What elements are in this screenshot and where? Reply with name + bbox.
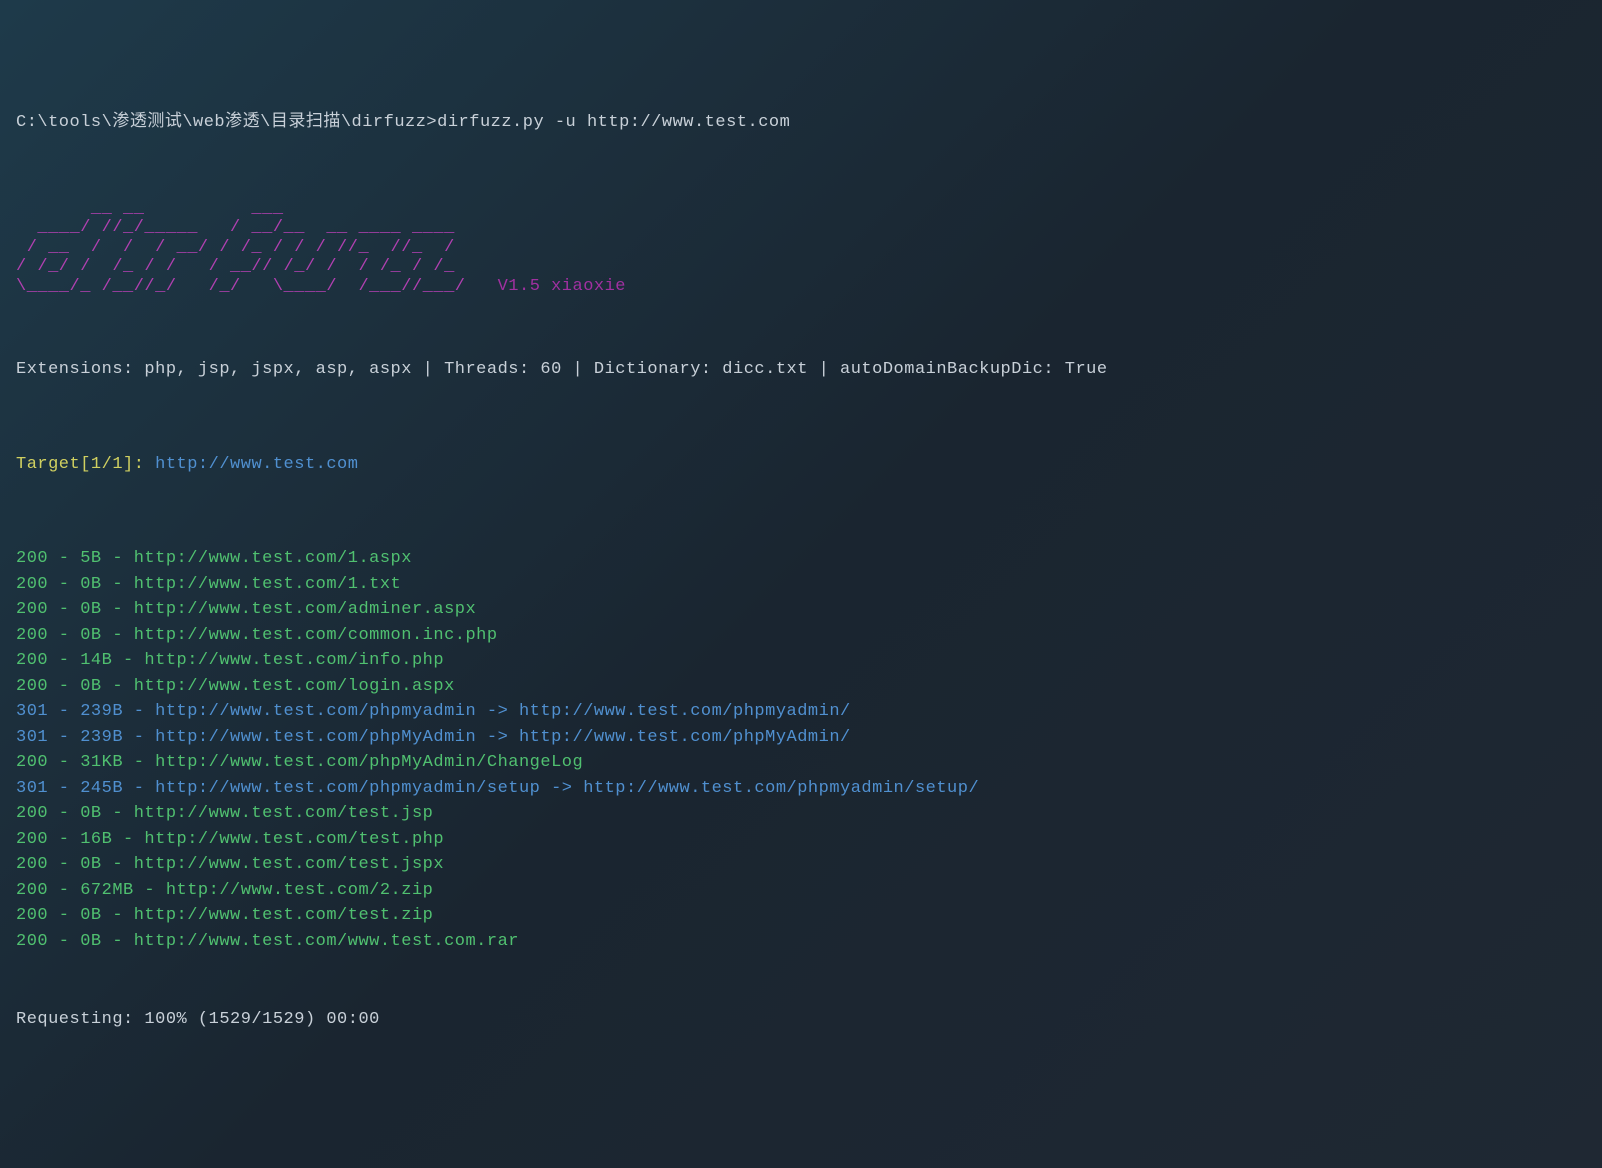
target-url: http://www.test.com — [155, 455, 358, 474]
result-text: 200 - 0B - http://www.test.com/common.in… — [16, 626, 498, 645]
result-row: 301 - 239B - http://www.test.com/phpMyAd… — [16, 725, 1586, 751]
result-row: 301 - 245B - http://www.test.com/phpmyad… — [16, 776, 1586, 802]
result-text: 301 - 239B - http://www.test.com/phpmyad… — [16, 702, 851, 721]
result-row: 200 - 0B - http://www.test.com/test.jspx — [16, 852, 1586, 878]
ascii-line-1: ____/ //_/_____ / __/__ __ ____ ____ — [16, 218, 455, 237]
result-row: 301 - 239B - http://www.test.com/phpmyad… — [16, 699, 1586, 725]
result-row: 200 - 0B - http://www.test.com/test.zip — [16, 903, 1586, 929]
version-text: V1.5 xiaoxie — [498, 277, 626, 296]
result-row: 200 - 672MB - http://www.test.com/2.zip — [16, 878, 1586, 904]
result-text: 200 - 14B - http://www.test.com/info.php — [16, 651, 444, 670]
result-row: 200 - 0B - http://www.test.com/1.txt — [16, 572, 1586, 598]
result-text: 200 - 0B - http://www.test.com/login.asp… — [16, 677, 455, 696]
config-info: Extensions: php, jsp, jspx, asp, aspx | … — [16, 357, 1586, 383]
result-text: 200 - 0B - http://www.test.com/test.zip — [16, 906, 433, 925]
result-text: 200 - 5B - http://www.test.com/1.aspx — [16, 549, 412, 568]
results-list: 200 - 5B - http://www.test.com/1.aspx 200… — [16, 546, 1586, 954]
ascii-line-3: / /_/ / /_ / / / __// /_/ / / /_ / /_ — [16, 257, 455, 276]
result-text: 301 - 245B - http://www.test.com/phpmyad… — [16, 779, 979, 798]
result-row: 200 - 0B - http://www.test.com/common.in… — [16, 623, 1586, 649]
result-row: 200 - 0B - http://www.test.com/login.asp… — [16, 674, 1586, 700]
result-text: 200 - 0B - http://www.test.com/1.txt — [16, 575, 401, 594]
result-text: 200 - 0B - http://www.test.com/test.jsp — [16, 804, 433, 823]
result-row: 200 - 0B - http://www.test.com/adminer.a… — [16, 597, 1586, 623]
ascii-banner: __ __ ___ ____/ //_/_____ / __/__ __ ___… — [16, 199, 1586, 297]
result-text: 200 - 0B - http://www.test.com/adminer.a… — [16, 600, 476, 619]
command-prompt: C:\tools\渗透测试\web渗透\目录扫描\dirfuzz>dirfuzz… — [16, 110, 1586, 136]
result-text: 200 - 0B - http://www.test.com/test.jspx — [16, 855, 444, 874]
ascii-line-4: \____/_ /__//_/ /_/ \____/ /___//___/ — [16, 277, 465, 296]
result-text: 200 - 31KB - http://www.test.com/phpMyAd… — [16, 753, 583, 772]
result-text: 200 - 672MB - http://www.test.com/2.zip — [16, 881, 433, 900]
target-line: Target[1/1]: http://www.test.com — [16, 452, 1586, 478]
result-row: 200 - 31KB - http://www.test.com/phpMyAd… — [16, 750, 1586, 776]
ascii-line-0: __ __ ___ — [16, 199, 284, 218]
result-text: 301 - 239B - http://www.test.com/phpMyAd… — [16, 728, 851, 747]
result-row: 200 - 16B - http://www.test.com/test.php — [16, 827, 1586, 853]
result-row: 200 - 5B - http://www.test.com/1.aspx — [16, 546, 1586, 572]
progress-status: Requesting: 100% (1529/1529) 00:00 — [16, 1007, 1586, 1033]
result-text: 200 - 16B - http://www.test.com/test.php — [16, 830, 444, 849]
result-row: 200 - 0B - http://www.test.com/test.jsp — [16, 801, 1586, 827]
result-row: 200 - 14B - http://www.test.com/info.php — [16, 648, 1586, 674]
result-row: 200 - 0B - http://www.test.com/www.test.… — [16, 929, 1586, 955]
result-text: 200 - 0B - http://www.test.com/www.test.… — [16, 932, 519, 951]
ascii-line-2: / __ / / / __/ / /_ / / / //_ //_ / — [16, 238, 455, 257]
target-label: Target[1/1]: — [16, 455, 155, 474]
